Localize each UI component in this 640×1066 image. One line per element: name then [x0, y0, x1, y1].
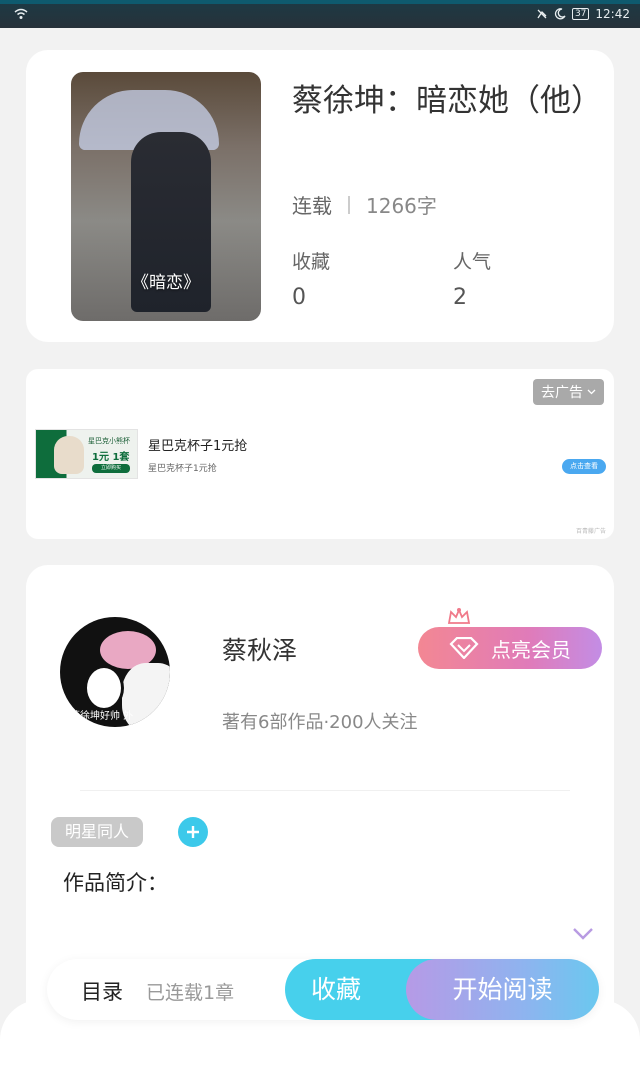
status-time: 12:42 [595, 7, 630, 21]
ad-subtitle: 星巴克杯子1元抢 [148, 464, 217, 474]
book-meta: 连载 1266字 [292, 190, 437, 219]
vip-button-label: 点亮会员 [491, 637, 571, 662]
chapter-count: 已连载1章 [146, 982, 235, 1004]
toc-button[interactable]: 目录 [81, 976, 123, 1006]
ad-image-button: 立即购买 [92, 464, 130, 473]
status-bar: 37 12:42 [0, 0, 640, 28]
word-count: 1266字 [366, 194, 437, 218]
book-title: 蔡徐坤：暗恋她（他） [292, 83, 602, 119]
remove-ad-label: 去广告 [541, 385, 583, 401]
avatar[interactable]: 蔡徐坤好帅 外 [60, 617, 170, 727]
genre-tag[interactable]: 明星同人 [51, 817, 144, 847]
favorites-count: 0 [292, 285, 306, 310]
chevron-down-icon[interactable] [572, 927, 594, 941]
start-reading-button[interactable]: 开始阅读 [406, 959, 599, 1020]
popularity-label: 人气 [453, 251, 492, 273]
book-cover[interactable]: 《暗恋》 [71, 72, 261, 321]
ad-image[interactable]: 星巴克小熊杯 1元 1套 立即购买 [35, 429, 138, 479]
avatar-watermark: 蔡徐坤好帅 外 [70, 711, 134, 722]
book-status: 连载 [292, 194, 332, 218]
moon-icon [554, 8, 566, 20]
add-tag-button[interactable] [178, 817, 208, 847]
action-bar: 目录 已连载1章 收藏 开始阅读 [47, 959, 599, 1020]
cover-title-text: 《暗恋》 [132, 273, 200, 293]
plus-icon [187, 826, 199, 838]
bear-cup-graphic [54, 436, 84, 474]
nfc-icon [537, 9, 547, 19]
status-bar-accent [0, 0, 640, 4]
diamond-icon [449, 637, 479, 659]
ad-banner[interactable]: 去广告 星巴克小熊杯 1元 1套 立即购买 星巴克杯子1元抢 星巴克杯子1元抢 … [26, 369, 614, 539]
ad-image-price: 1元 1套 [92, 452, 130, 463]
author-info: 著有6部作品·200人关注 [222, 712, 418, 733]
ad-source: 百青藤广告 [575, 528, 606, 535]
crown-icon [447, 607, 471, 624]
book-info-card: 《暗恋》 蔡徐坤：暗恋她（他） 连载 1266字 收藏 0 人气 2 [26, 50, 614, 342]
chevron-down-icon [587, 389, 596, 395]
meta-divider [348, 195, 350, 214]
favorites-label: 收藏 [292, 251, 331, 273]
author-name[interactable]: 蔡秋泽 [222, 631, 297, 667]
popularity-count: 2 [453, 285, 467, 310]
avatar-graphic-face [84, 665, 124, 711]
intro-label: 作品简介： [63, 871, 168, 895]
wifi-icon [14, 8, 28, 19]
ad-title[interactable]: 星巴克杯子1元抢 [148, 435, 247, 454]
battery-icon: 37 [571, 8, 590, 20]
ad-view-button[interactable]: 点击查看 [562, 459, 606, 474]
divider [80, 790, 570, 791]
ad-image-caption: 星巴克小熊杯 [88, 437, 130, 445]
vip-button[interactable]: 点亮会员 [418, 627, 602, 669]
remove-ad-button[interactable]: 去广告 [533, 379, 604, 405]
